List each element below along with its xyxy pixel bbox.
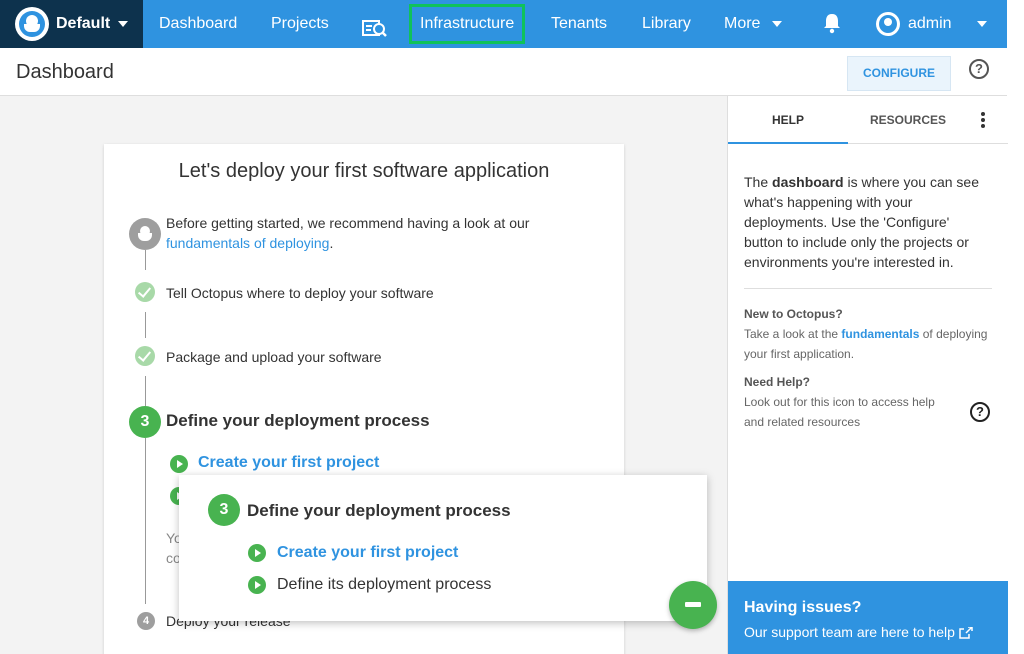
- step-1-label: Tell Octopus where to deploy your softwa…: [166, 285, 434, 301]
- tab-help[interactable]: HELP: [728, 96, 848, 144]
- chevron-down-icon[interactable]: [977, 21, 987, 27]
- nav-library[interactable]: Library: [642, 0, 691, 48]
- step-2-label: Package and upload your software: [166, 349, 382, 365]
- check-icon: [135, 282, 155, 302]
- help-text: The: [744, 174, 773, 190]
- octopus-avatar-icon: [129, 218, 161, 250]
- popup-create-project-link[interactable]: Create your first project: [277, 544, 458, 562]
- fundamentals-link[interactable]: fundamentals: [841, 327, 919, 341]
- scrollbar-track: [1007, 0, 1024, 654]
- page-header: Dashboard CONFIGURE: [0, 48, 1007, 96]
- space-switcher[interactable]: Default: [0, 0, 143, 48]
- timeline-line: [145, 312, 146, 338]
- nav-projects[interactable]: Projects: [271, 0, 329, 48]
- need-help-title: Need Help?: [744, 375, 811, 389]
- help-description: The dashboard is where you can see what'…: [744, 172, 992, 272]
- user-menu[interactable]: admin: [876, 12, 952, 36]
- support-banner[interactable]: Having issues? Our support team are here…: [728, 581, 1008, 654]
- card-title: Let's deploy your first software applica…: [178, 160, 550, 182]
- step-popup: 3 Define your deployment process Create …: [179, 475, 707, 621]
- nav-dashboard[interactable]: Dashboard: [159, 0, 237, 48]
- intro-text-label: Before getting started, we recommend hav…: [166, 215, 530, 231]
- support-link-label: Our support team are here to help: [744, 624, 955, 640]
- intro-text-end: .: [329, 235, 334, 251]
- chevron-down-icon: [771, 20, 782, 27]
- divider: [744, 288, 992, 289]
- bell-icon[interactable]: [822, 12, 842, 34]
- step-4-number: 4: [137, 612, 155, 630]
- popup-define-process: Define its deployment process: [277, 576, 492, 593]
- new-to-octopus-text: Take a look at the fundamentals of deplo…: [744, 324, 994, 364]
- fundamentals-link[interactable]: fundamentals of deploying: [166, 235, 329, 251]
- support-title: Having issues?: [744, 599, 862, 616]
- help-panel: HELP RESOURCES The dashboard is where yo…: [727, 96, 1008, 654]
- avatar-icon: [876, 12, 900, 36]
- help-icon[interactable]: ?: [969, 59, 989, 79]
- configure-button[interactable]: CONFIGURE: [847, 56, 951, 91]
- nav-infrastructure[interactable]: Infrastructure: [409, 4, 526, 44]
- timeline-line: [145, 376, 146, 406]
- step-3-number: 3: [129, 406, 161, 438]
- play-icon: [170, 455, 188, 473]
- step-3-label: Define your deployment process: [166, 411, 430, 430]
- top-navigation: Default Dashboard Projects Infrastructur…: [0, 0, 1007, 48]
- help-icon: ?: [970, 402, 990, 422]
- user-name: admin: [908, 15, 952, 32]
- check-icon: [135, 346, 155, 366]
- chevron-down-icon: [118, 21, 129, 27]
- create-project-link[interactable]: Create your first project: [198, 453, 379, 473]
- timeline-line: [145, 250, 146, 270]
- need-help-text: Look out for this icon to access help an…: [744, 395, 935, 429]
- octopus-logo-icon: [15, 7, 49, 41]
- intro-text: Before getting started, we recommend hav…: [166, 213, 586, 253]
- nav-more[interactable]: More: [724, 0, 782, 48]
- new-to-octopus-title: New to Octopus?: [744, 307, 843, 321]
- timeline-line: [145, 438, 146, 604]
- nav-more-label: More: [724, 15, 761, 32]
- help-tabs: HELP RESOURCES: [728, 96, 1008, 144]
- search-icon[interactable]: [362, 12, 388, 37]
- play-icon: [248, 576, 266, 594]
- popup-title: Define your deployment process: [247, 501, 511, 520]
- support-link[interactable]: Our support team are here to help: [744, 624, 973, 640]
- popup-step-number: 3: [208, 494, 240, 526]
- more-vert-icon[interactable]: [980, 112, 986, 130]
- collapse-fab-minus-icon[interactable]: [669, 581, 717, 629]
- space-name: Default: [56, 15, 111, 32]
- nav-tenants[interactable]: Tenants: [551, 0, 607, 48]
- external-link-icon: [959, 626, 973, 640]
- tab-resources[interactable]: RESOURCES: [848, 96, 968, 144]
- play-icon: [248, 544, 266, 562]
- help-text: Take a look at the: [744, 327, 842, 341]
- help-text-bold: dashboard: [772, 174, 844, 190]
- page-title: Dashboard: [16, 61, 114, 83]
